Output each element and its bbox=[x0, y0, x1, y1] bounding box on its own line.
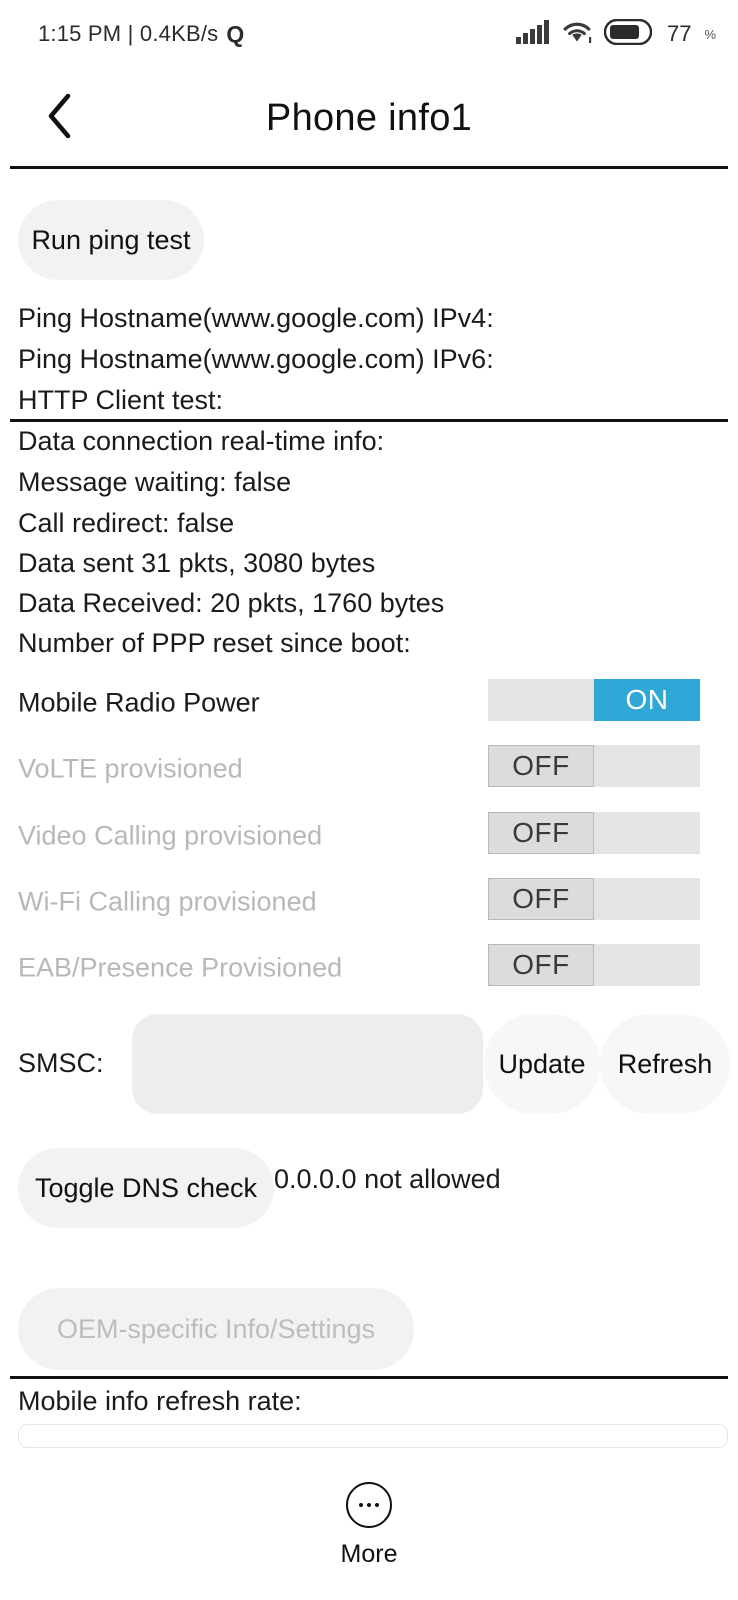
percent-symbol: % bbox=[704, 26, 716, 42]
signal-bars-icon bbox=[515, 19, 550, 49]
mobile-info-refresh-rate-label: Mobile info refresh rate: bbox=[18, 1386, 302, 1416]
ppp-reset-line: Number of PPP reset since boot: bbox=[18, 628, 411, 658]
smsc-label: SMSC: bbox=[18, 1048, 104, 1078]
mobile-radio-power-switch[interactable]: ON bbox=[488, 679, 700, 721]
status-time-and-speed: 1:15 PM | 0.4KB/s bbox=[38, 21, 219, 46]
dns-status-text: 0.0.0.0 not allowed bbox=[274, 1164, 501, 1194]
wifi-calling-provisioned-switch: OFF bbox=[488, 878, 700, 920]
toggle-row-volte-provisioned: VoLTE provisioned OFF bbox=[0, 745, 738, 793]
switch-thumb-off: OFF bbox=[488, 812, 594, 854]
smsc-refresh-button[interactable]: Refresh bbox=[600, 1014, 730, 1114]
data-received-line: Data Received: 20 pkts, 1760 bytes bbox=[18, 588, 445, 618]
run-ping-test-button[interactable]: Run ping test bbox=[18, 200, 204, 280]
volte-provisioned-switch: OFF bbox=[488, 745, 700, 787]
switch-thumb-off: OFF bbox=[488, 944, 594, 986]
toggle-row-mobile-radio-power: Mobile Radio Power ON bbox=[0, 679, 738, 727]
quiet-mode-icon: Q bbox=[226, 20, 245, 47]
bottom-navigation-bar: More bbox=[0, 1450, 738, 1600]
eab-presence-provisioned-switch: OFF bbox=[488, 944, 700, 986]
switch-thumb-off: OFF bbox=[488, 878, 594, 920]
toggle-dns-check-button[interactable]: Toggle DNS check bbox=[18, 1148, 274, 1228]
page-title: Phone info1 bbox=[265, 96, 473, 139]
toggle-row-video-calling-provisioned: Video Calling provisioned OFF bbox=[0, 812, 738, 860]
chevron-left-icon bbox=[45, 93, 75, 144]
smsc-update-button[interactable]: Update bbox=[484, 1014, 600, 1114]
wifi-icon bbox=[561, 20, 593, 49]
call-redirect-line: Call redirect: false bbox=[18, 508, 235, 538]
toggle-label: EAB/Presence Provisioned bbox=[18, 952, 343, 983]
data-connection-title: Data connection real-time info: bbox=[18, 426, 385, 456]
message-waiting-line: Message waiting: false bbox=[18, 467, 292, 497]
battery-icon bbox=[603, 18, 653, 50]
status-bar-left: 1:15 PM | 0.4KB/s Q bbox=[38, 21, 244, 48]
battery-percent: 77 bbox=[666, 21, 692, 46]
divider-bottom bbox=[10, 1376, 728, 1379]
divider-middle bbox=[10, 419, 728, 422]
switch-thumb-on: ON bbox=[594, 679, 700, 721]
more-button-label: More bbox=[340, 1539, 398, 1568]
toggle-label: VoLTE provisioned bbox=[18, 753, 243, 784]
data-sent-line: Data sent 31 pkts, 3080 bytes bbox=[18, 548, 376, 578]
smsc-input[interactable] bbox=[132, 1014, 483, 1114]
status-bar-right: 77 % bbox=[515, 18, 716, 50]
mobile-info-refresh-rate-field[interactable] bbox=[18, 1424, 728, 1448]
switch-thumb-off: OFF bbox=[488, 745, 594, 787]
status-bar: 1:15 PM | 0.4KB/s Q 77 % bbox=[0, 0, 738, 68]
ping-ipv4-line: Ping Hostname(www.google.com) IPv4: bbox=[18, 303, 494, 333]
toggle-label: Mobile Radio Power bbox=[18, 687, 260, 718]
divider-top bbox=[10, 166, 728, 169]
toggle-row-eab-presence-provisioned: EAB/Presence Provisioned OFF bbox=[0, 944, 738, 992]
toggle-label: Wi-Fi Calling provisioned bbox=[18, 886, 317, 917]
toggle-row-wifi-calling-provisioned: Wi-Fi Calling provisioned OFF bbox=[0, 878, 738, 926]
video-calling-provisioned-switch: OFF bbox=[488, 812, 700, 854]
toggle-label: Video Calling provisioned bbox=[18, 820, 323, 851]
title-bar: Phone info1 bbox=[0, 68, 738, 168]
back-button[interactable] bbox=[36, 93, 84, 144]
more-button[interactable]: More bbox=[340, 1481, 398, 1569]
ping-ipv6-line: Ping Hostname(www.google.com) IPv6: bbox=[18, 344, 494, 374]
http-client-test-line: HTTP Client test: bbox=[18, 385, 224, 415]
more-dots-icon bbox=[346, 1481, 392, 1528]
oem-specific-info-settings-button[interactable]: OEM-specific Info/Settings bbox=[18, 1288, 414, 1370]
